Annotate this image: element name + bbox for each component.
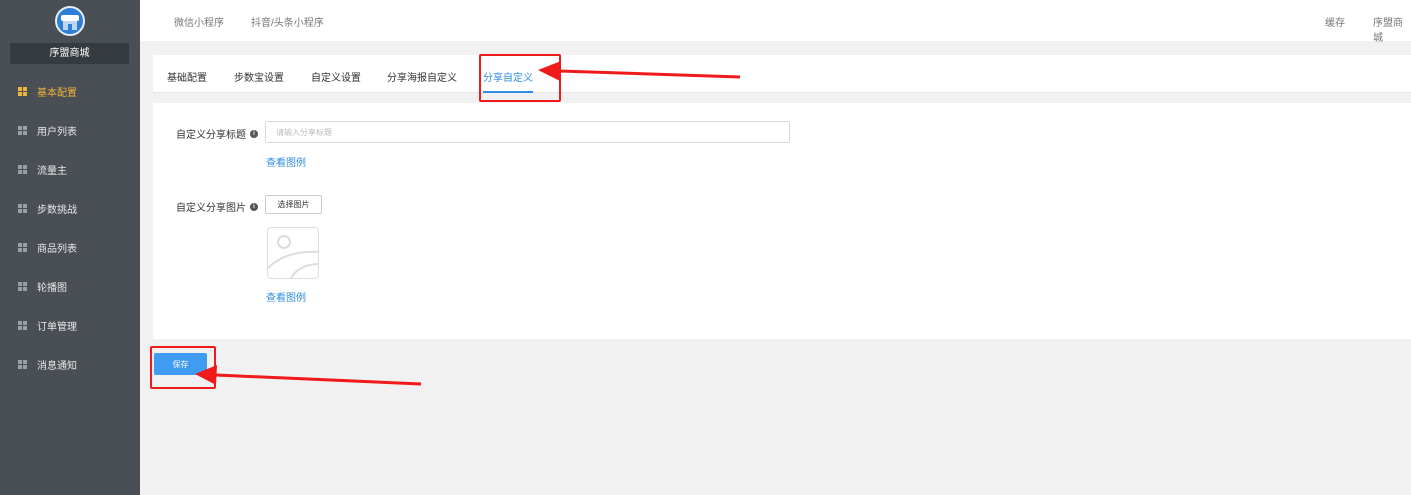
arrow-line-save	[215, 373, 422, 386]
grid-icon	[18, 87, 27, 96]
info-icon[interactable]: i	[250, 129, 258, 138]
view-example-link-2[interactable]: 查看图例	[266, 289, 306, 304]
share-title-label: 自定义分享标题 i	[176, 126, 258, 141]
image-placeholder-icon[interactable]	[267, 227, 319, 279]
share-title-label-text: 自定义分享标题	[176, 130, 246, 141]
share-custom-form: 自定义分享标题 i 查看图例 自定义分享图片 i 选择图片 查看图例	[153, 103, 1411, 339]
store-name: 序盟商城	[10, 43, 129, 64]
sidebar-item-user-list[interactable]: 用户列表	[0, 111, 140, 150]
tab-bar: 基础配置 步数宝设置 自定义设置 分享海报自定义 分享自定义	[153, 55, 1411, 93]
sidebar-item-label: 消息通知	[37, 361, 77, 372]
sidebar-item-basic-config[interactable]: 基本配置	[0, 72, 140, 111]
tab-basic-config[interactable]: 基础配置	[167, 69, 207, 84]
store-logo-icon	[55, 6, 85, 36]
sidebar-item-label: 步数挑战	[37, 205, 77, 216]
sidebar-item-step-challenge[interactable]: 步数挑战	[0, 189, 140, 228]
share-title-input[interactable]	[265, 121, 790, 143]
grid-icon	[18, 243, 27, 252]
cache-button[interactable]: 缓存	[1325, 14, 1345, 29]
sidebar-item-carousel[interactable]: 轮播图	[0, 267, 140, 306]
sidebar-item-label: 轮播图	[37, 283, 67, 294]
sidebar-item-notifications[interactable]: 消息通知	[0, 345, 140, 384]
sidebar-item-label: 流量主	[37, 166, 67, 177]
save-button[interactable]: 保存	[154, 353, 207, 375]
grid-icon	[18, 282, 27, 291]
grid-icon	[18, 321, 27, 330]
sidebar-item-order-management[interactable]: 订单管理	[0, 306, 140, 345]
select-image-button[interactable]: 选择图片	[265, 195, 322, 214]
sidebar: 序盟商城 基本配置 用户列表 流量主 步数挑战 商品列表 轮播图 订单管理 消息…	[0, 0, 140, 495]
view-example-link[interactable]: 查看图例	[266, 154, 306, 169]
topbar-link-douyin[interactable]: 抖音/头条小程序	[251, 14, 324, 29]
sidebar-item-label: 订单管理	[37, 322, 77, 333]
active-tab-indicator	[483, 91, 533, 93]
info-icon[interactable]: i	[250, 202, 258, 211]
share-image-label-text: 自定义分享图片	[176, 203, 246, 214]
share-image-label: 自定义分享图片 i	[176, 199, 258, 214]
sidebar-item-traffic-owner[interactable]: 流量主	[0, 150, 140, 189]
grid-icon	[18, 360, 27, 369]
grid-icon	[18, 165, 27, 174]
tab-share-poster[interactable]: 分享海报自定义	[387, 69, 457, 84]
topbar-link-wechat[interactable]: 微信小程序	[174, 14, 224, 29]
store-menu[interactable]: 序盟商城	[1373, 14, 1411, 44]
sidebar-item-product-list[interactable]: 商品列表	[0, 228, 140, 267]
sidebar-item-label: 用户列表	[37, 127, 77, 138]
sidebar-item-label: 商品列表	[37, 244, 77, 255]
tab-step-settings[interactable]: 步数宝设置	[234, 69, 284, 84]
top-bar: 微信小程序 抖音/头条小程序 缓存 序盟商城	[140, 0, 1411, 44]
sidebar-item-label: 基本配置	[37, 88, 77, 99]
grid-icon	[18, 126, 27, 135]
tab-custom-settings[interactable]: 自定义设置	[311, 69, 361, 84]
tab-share-custom[interactable]: 分享自定义	[483, 69, 533, 84]
sidebar-header: 序盟商城	[0, 0, 140, 72]
grid-icon	[18, 204, 27, 213]
